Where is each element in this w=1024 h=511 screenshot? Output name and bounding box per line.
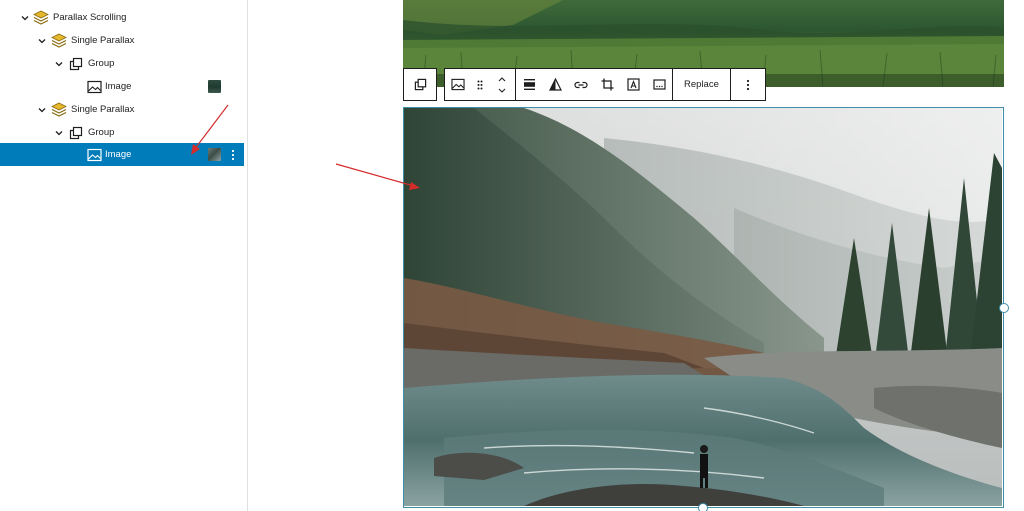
- move-up-down-icon[interactable]: [489, 69, 515, 100]
- chevron-down-icon[interactable]: [20, 13, 30, 23]
- list-item-single-parallax[interactable]: Single Parallax: [0, 29, 244, 52]
- image-thumbnail: [208, 148, 221, 161]
- image-icon: [85, 146, 103, 164]
- link-icon[interactable]: [568, 69, 594, 100]
- chevron-down-icon[interactable]: [37, 105, 47, 115]
- list-view-panel: Parallax Scrolling Single Parallax Group: [0, 0, 248, 511]
- replace-button[interactable]: Replace: [673, 69, 730, 100]
- list-item-label: Image: [105, 81, 132, 92]
- more-vertical-icon[interactable]: [731, 69, 765, 100]
- block-toolbar: Replace: [403, 68, 766, 101]
- crop-icon[interactable]: [594, 69, 620, 100]
- align-icon[interactable]: [516, 69, 542, 100]
- list-item-image-selected[interactable]: Image: [0, 143, 244, 166]
- editor-canvas: Replace: [249, 0, 1024, 511]
- list-item-label: Single Parallax: [71, 104, 135, 115]
- text-over-image-icon[interactable]: [620, 69, 646, 100]
- chevron-down-icon[interactable]: [37, 36, 47, 46]
- group-icon: [67, 55, 85, 73]
- list-item-label: Group: [88, 58, 115, 69]
- list-item-parallax-scrolling[interactable]: Parallax Scrolling: [0, 6, 244, 29]
- list-item-label: Parallax Scrolling: [53, 12, 127, 23]
- resize-handle-right[interactable]: [999, 303, 1009, 313]
- list-item-label: Group: [88, 127, 115, 138]
- transform-icon[interactable]: [404, 69, 436, 100]
- resize-handle-bottom[interactable]: [698, 503, 708, 511]
- list-item-single-parallax[interactable]: Single Parallax: [0, 98, 244, 121]
- toolbar-group-block: [444, 68, 516, 101]
- parallax-block-icon: [32, 9, 50, 27]
- list-item-label: Image: [105, 149, 132, 160]
- chevron-down-icon[interactable]: [54, 128, 64, 138]
- parallax-block-icon: [50, 101, 68, 119]
- toolbar-group-replace: Replace: [672, 68, 731, 101]
- more-vertical-icon[interactable]: [228, 147, 238, 163]
- duotone-icon[interactable]: [542, 69, 568, 100]
- chevron-down-icon[interactable]: [54, 59, 64, 69]
- parallax-block-icon: [50, 32, 68, 50]
- alt-text-icon[interactable]: [646, 69, 672, 100]
- list-item-group[interactable]: Group: [0, 121, 244, 144]
- image-icon: [85, 78, 103, 96]
- drag-handle-icon[interactable]: [471, 69, 489, 100]
- toolbar-group-tools: [515, 68, 673, 101]
- list-item-label: Single Parallax: [71, 35, 135, 46]
- parallax-image-selected[interactable]: [403, 107, 1004, 508]
- list-item-group[interactable]: Group: [0, 52, 244, 75]
- image-icon[interactable]: [445, 69, 471, 100]
- group-icon: [67, 124, 85, 142]
- image-thumbnail: [208, 80, 221, 93]
- toolbar-group-transform: [403, 68, 437, 101]
- toolbar-group-more: [729, 68, 766, 101]
- list-item-image[interactable]: Image: [0, 75, 244, 98]
